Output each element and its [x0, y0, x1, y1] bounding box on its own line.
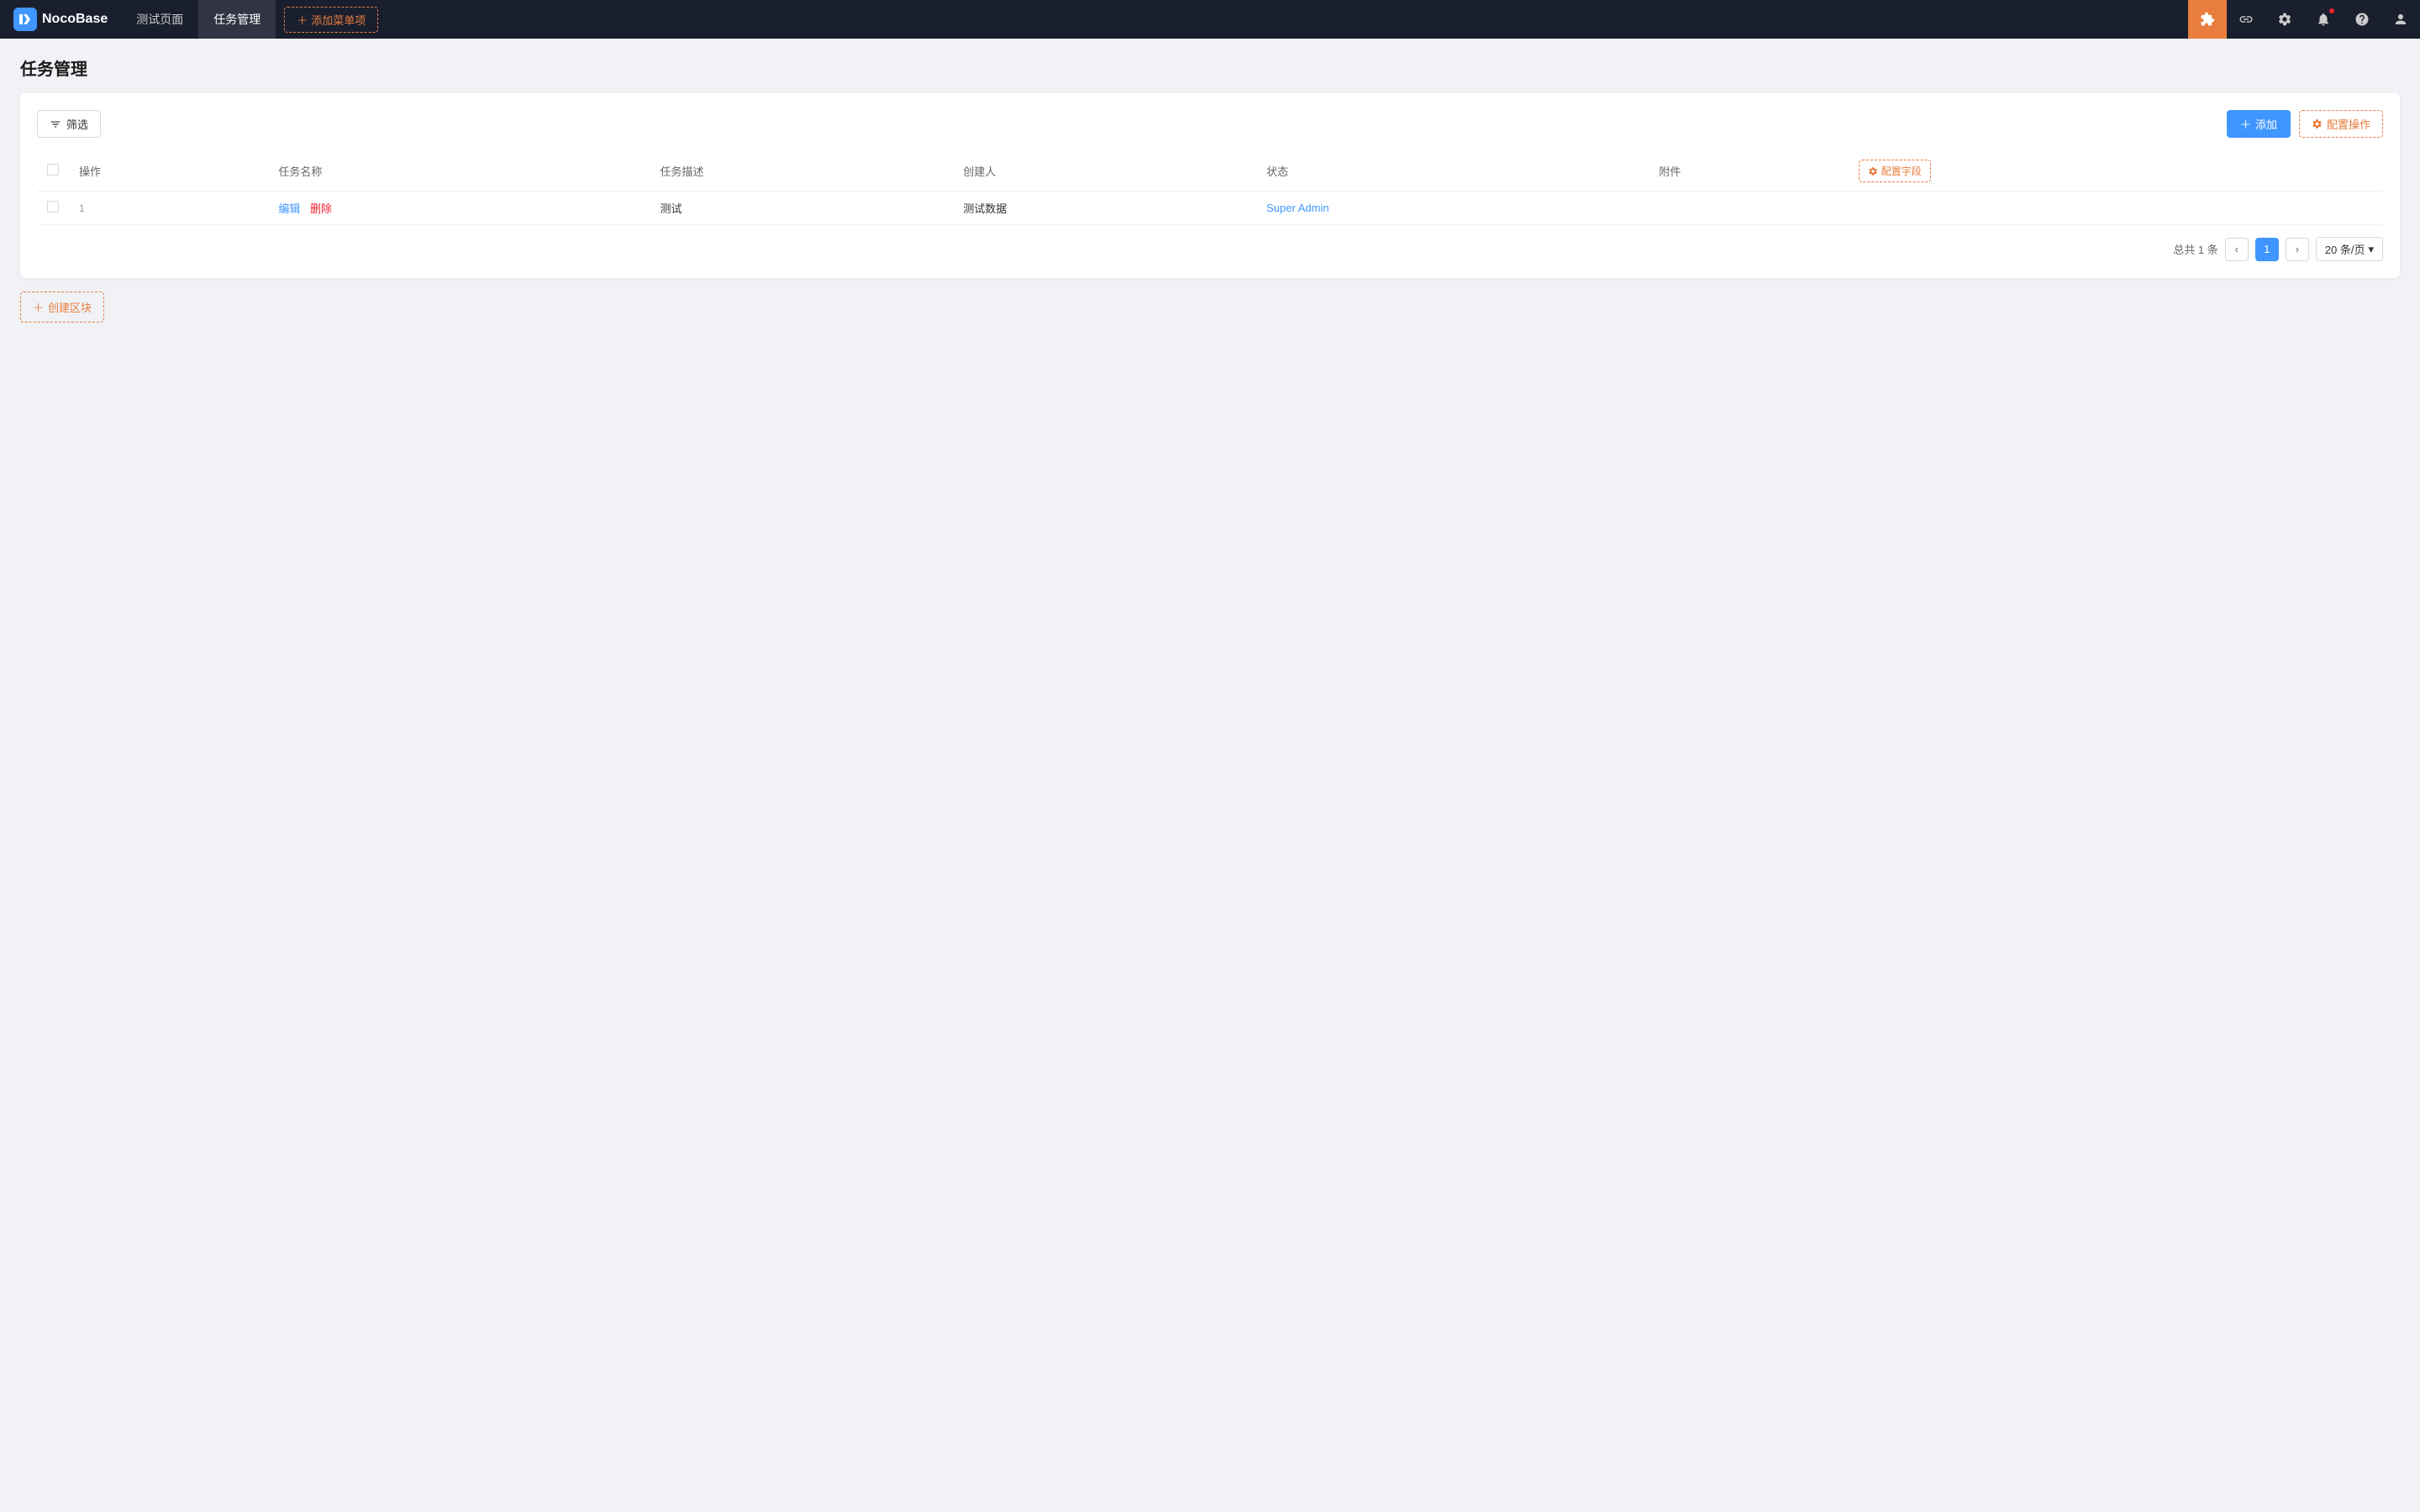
header-creator: 创建人 [953, 151, 1256, 192]
tab-task[interactable]: 任务管理 [198, 0, 276, 39]
config-operations-button[interactable]: 配置操作 [2299, 110, 2383, 138]
filter-icon [50, 118, 61, 130]
page-title: 任务管理 [20, 55, 2400, 80]
config-fields-button[interactable]: 配置字段 [1859, 160, 1931, 182]
help-icon [2354, 12, 2370, 27]
header-status: 状态 [1256, 151, 1649, 192]
navbar-tabs: 测试页面 任务管理 ＋ 添加菜单项 [121, 0, 2188, 39]
create-block-button[interactable]: ＋ 创建区块 [20, 291, 104, 323]
header-config-fields: 配置字段 [1849, 151, 2287, 192]
pagination-total: 总共 1 条 [2173, 241, 2217, 257]
header-attachment: 附件 [1649, 151, 1848, 192]
settings-icon-button[interactable] [2265, 0, 2304, 39]
plus-icon: ＋ [33, 299, 44, 315]
settings-icon [2312, 118, 2323, 129]
row-attachment [1849, 192, 2287, 225]
header-task-desc: 任务描述 [650, 151, 953, 192]
chevron-down-icon: ▾ [2368, 243, 2374, 256]
row-checkbox[interactable] [47, 201, 59, 213]
plugin-icon [2200, 12, 2215, 27]
help-icon-button[interactable] [2343, 0, 2381, 39]
header-task-name: 任务名称 [268, 151, 650, 192]
config-fields-icon [1868, 166, 1878, 176]
user-icon [2393, 12, 2408, 27]
pagination-page-1[interactable]: 1 [2255, 238, 2279, 261]
header-checkbox-cell [37, 151, 69, 192]
page-content: 任务管理 筛选 ＋ 添加 配置操作 [0, 39, 2420, 339]
link-icon [2238, 12, 2254, 27]
notification-icon [2316, 12, 2331, 27]
logo[interactable]: NocoBase [0, 8, 121, 31]
notification-icon-button[interactable] [2304, 0, 2343, 39]
table-card: 筛选 ＋ 添加 配置操作 [20, 93, 2400, 278]
chevron-left-icon: ‹ [2235, 243, 2238, 255]
settings-icon [2277, 12, 2292, 27]
row-index: 1 [69, 192, 268, 225]
link-icon-button[interactable] [2227, 0, 2265, 39]
header-ops: 操作 [69, 151, 268, 192]
notification-dot [2329, 8, 2334, 13]
filter-button[interactable]: 筛选 [37, 110, 101, 138]
page-size-selector[interactable]: 20 条/页 ▾ [2316, 237, 2383, 261]
row-creator: Super Admin [1256, 192, 1649, 225]
pagination-next[interactable]: › [2286, 238, 2309, 261]
toolbar: 筛选 ＋ 添加 配置操作 [37, 110, 2383, 138]
navbar-right [2188, 0, 2420, 39]
logo-icon [13, 8, 37, 31]
pagination-prev[interactable]: ‹ [2225, 238, 2249, 261]
table-row: 1 编辑 删除 测试 测试数据 Super Admin [37, 192, 2383, 225]
row-task-desc: 测试数据 [953, 192, 1256, 225]
row-extra [2287, 192, 2383, 225]
row-operations: 编辑 删除 [268, 192, 650, 225]
row-task-name: 测试 [650, 192, 953, 225]
delete-link[interactable]: 删除 [310, 202, 332, 215]
plugin-icon-button[interactable] [2188, 0, 2227, 39]
app-name: NocoBase [42, 12, 108, 27]
plus-icon: ＋ [297, 12, 308, 28]
add-menu-button[interactable]: ＋ 添加菜单项 [284, 7, 378, 33]
add-button[interactable]: ＋ 添加 [2227, 110, 2291, 138]
data-table: 操作 任务名称 任务描述 创建人 状态 附件 [37, 151, 2383, 225]
pagination: 总共 1 条 ‹ 1 › 20 条/页 ▾ [37, 237, 2383, 261]
chevron-right-icon: › [2296, 243, 2299, 255]
tab-test[interactable]: 测试页面 [121, 0, 198, 39]
header-checkbox[interactable] [47, 164, 59, 176]
navbar: NocoBase 测试页面 任务管理 ＋ 添加菜单项 [0, 0, 2420, 39]
user-icon-button[interactable] [2381, 0, 2420, 39]
plus-icon: ＋ [2240, 116, 2251, 132]
toolbar-right: ＋ 添加 配置操作 [2227, 110, 2383, 138]
row-status [1649, 192, 1848, 225]
edit-link[interactable]: 编辑 [278, 202, 300, 215]
